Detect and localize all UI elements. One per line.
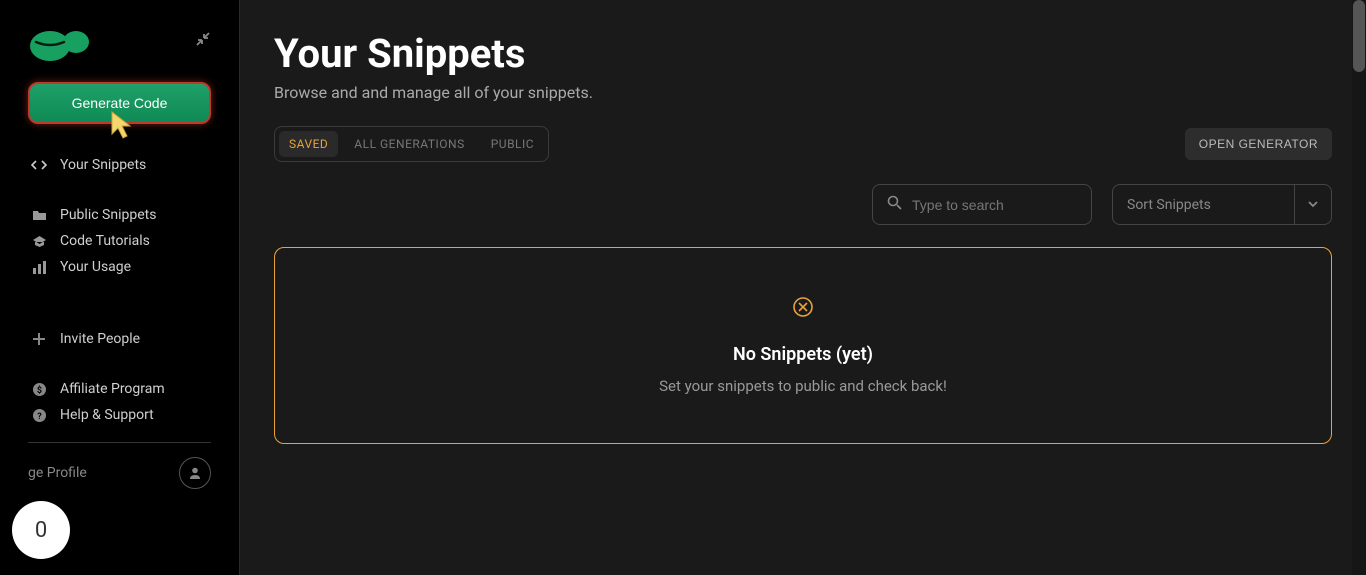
page-subtitle: Browse and and manage all of your snippe… (274, 83, 1332, 102)
nav-secondary: Public Snippets Code Tutorials Your Usag… (0, 202, 239, 280)
tabs: SAVED ALL GENERATIONS PUBLIC (274, 126, 549, 162)
empty-title: No Snippets (yet) (295, 344, 1311, 365)
tab-public[interactable]: PUBLIC (481, 131, 544, 157)
code-icon (30, 156, 48, 174)
nav-primary: Your Snippets (0, 148, 239, 182)
scrollbar-thumb[interactable] (1353, 0, 1365, 72)
chevron-down-icon (1294, 185, 1331, 224)
sidebar-item-public-snippets[interactable]: Public Snippets (12, 202, 227, 228)
folder-icon (30, 206, 48, 224)
sidebar-item-your-usage[interactable]: Your Usage (12, 254, 227, 280)
tab-all-generations[interactable]: ALL GENERATIONS (344, 131, 474, 157)
svg-text:$: $ (36, 385, 41, 396)
chart-icon (30, 258, 48, 276)
dollar-icon: $ (30, 380, 48, 398)
svg-text:?: ? (37, 412, 42, 422)
sort-select[interactable]: Sort Snippets (1112, 184, 1332, 225)
sidebar-item-label: Invite People (60, 331, 140, 347)
sidebar-item-affiliate[interactable]: $ Affiliate Program (12, 376, 227, 402)
nav-footer-links: $ Affiliate Program ? Help & Support (0, 376, 239, 428)
profile-label: ge Profile (28, 465, 87, 481)
generate-button-wrapper: Generate Code (0, 82, 239, 124)
sidebar-item-invite[interactable]: Invite People (12, 322, 227, 356)
sidebar-header (0, 20, 239, 82)
sidebar-item-label: Code Tutorials (60, 233, 150, 249)
sidebar-item-label: Affiliate Program (60, 381, 165, 397)
search-input[interactable] (912, 197, 1077, 213)
sidebar-item-code-tutorials[interactable]: Code Tutorials (12, 228, 227, 254)
badge-count: 0 (35, 518, 47, 543)
empty-text: Set your snippets to public and check ba… (295, 377, 1311, 395)
search-box[interactable] (872, 184, 1092, 225)
nav-invite: Invite People (0, 322, 239, 356)
logo (28, 20, 90, 62)
sidebar-item-help[interactable]: ? Help & Support (12, 402, 227, 428)
generate-code-button[interactable]: Generate Code (28, 82, 211, 124)
open-generator-button[interactable]: OPEN GENERATOR (1185, 128, 1332, 160)
search-icon (887, 195, 902, 214)
empty-icon (295, 296, 1311, 322)
sidebar: Generate Code Your Snippets Public Snipp… (0, 0, 240, 575)
help-icon: ? (30, 406, 48, 424)
sidebar-item-label: Public Snippets (60, 207, 156, 223)
scrollbar[interactable] (1352, 0, 1366, 575)
collapse-icon[interactable] (195, 31, 211, 52)
plus-icon (30, 330, 48, 348)
avatar[interactable] (179, 457, 211, 489)
main-content: Your Snippets Browse and and manage all … (240, 0, 1366, 575)
graduation-icon (30, 232, 48, 250)
sidebar-item-label: Your Usage (60, 259, 131, 275)
page-title: Your Snippets (274, 30, 1332, 77)
tabs-row: SAVED ALL GENERATIONS PUBLIC OPEN GENERA… (274, 126, 1332, 162)
controls-row: Sort Snippets (274, 184, 1332, 225)
notification-badge[interactable]: 0 (12, 501, 70, 559)
sidebar-item-label: Help & Support (60, 407, 154, 423)
sidebar-footer: ge Profile (0, 428, 239, 489)
tab-saved[interactable]: SAVED (279, 131, 338, 157)
sidebar-item-label: Your Snippets (60, 157, 146, 173)
empty-state: No Snippets (yet) Set your snippets to p… (274, 247, 1332, 444)
profile-row[interactable]: ge Profile (28, 457, 211, 489)
sort-label: Sort Snippets (1113, 187, 1294, 223)
sidebar-item-your-snippets[interactable]: Your Snippets (12, 148, 227, 182)
